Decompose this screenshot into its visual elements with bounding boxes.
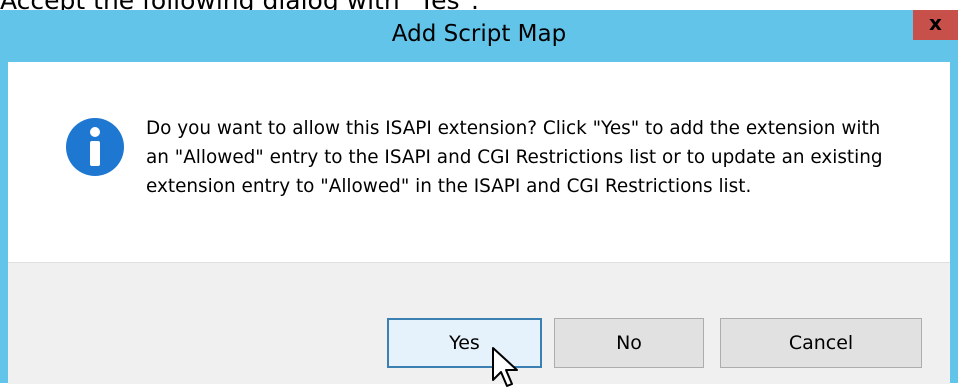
- dialog-title: Add Script Map: [391, 21, 567, 47]
- dialog-content: Do you want to allow this ISAPI extensio…: [8, 62, 950, 262]
- dialog-message: Do you want to allow this ISAPI extensio…: [146, 118, 883, 197]
- dialog-titlebar[interactable]: Add Script Map x: [0, 10, 958, 62]
- close-button[interactable]: x: [913, 10, 958, 40]
- yes-button-label: Yes: [449, 332, 480, 354]
- dialog-window: Add Script Map x Do you want to allow th…: [0, 10, 958, 384]
- cancel-button-label: Cancel: [788, 332, 854, 354]
- mouse-cursor-icon: [492, 347, 518, 387]
- dialog-client: Do you want to allow this ISAPI extensio…: [8, 62, 950, 384]
- dialog-button-bar: Yes No Cancel: [8, 262, 950, 384]
- close-icon: x: [929, 11, 942, 35]
- no-button-label: No: [616, 332, 642, 354]
- no-button[interactable]: No: [554, 318, 704, 368]
- info-icon: [66, 118, 124, 176]
- cancel-button[interactable]: Cancel: [720, 318, 922, 368]
